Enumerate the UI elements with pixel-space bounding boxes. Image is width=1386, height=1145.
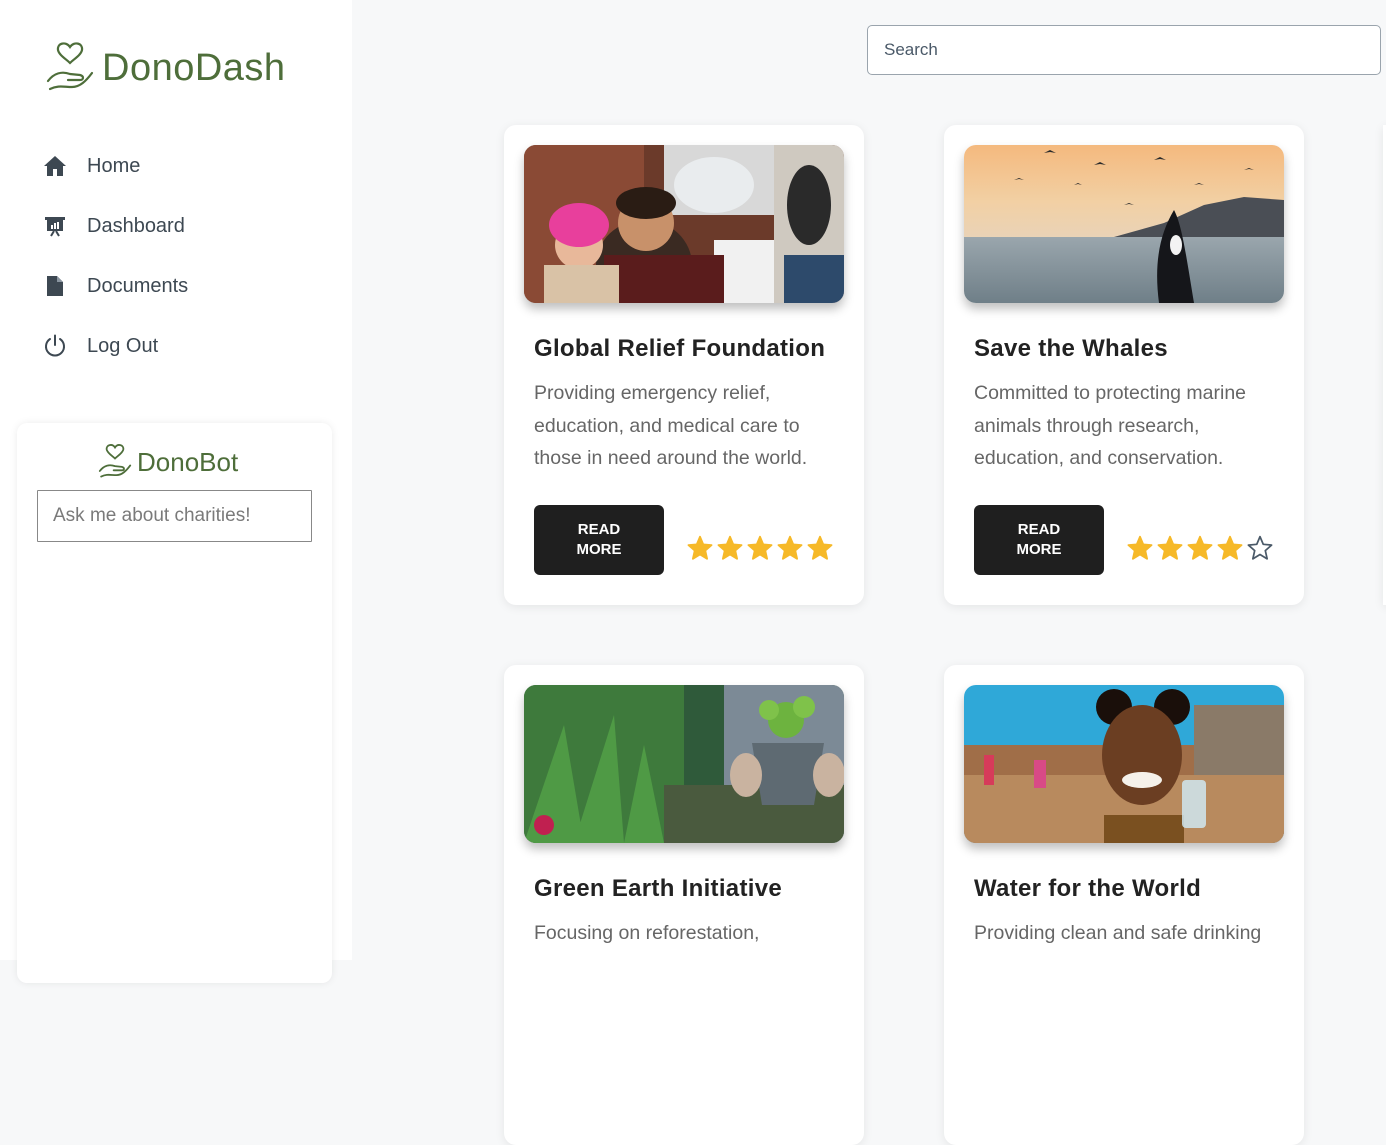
donobot-panel: DonoBot [17,423,332,983]
charity-card: Water for the World Providing clean and … [944,665,1304,1145]
orca-sunset-photo [964,145,1284,303]
sidebar-item-home[interactable]: Home [42,136,188,196]
card-title: Green Earth Initiative [534,875,783,902]
brand-logo[interactable]: DonoDash [44,38,286,98]
donobot-name: DonoBot [137,446,239,477]
star-filled-icon [775,534,805,562]
card-description: Providing emergency relief, education, a… [534,382,808,469]
star-filled-icon [715,534,745,562]
sidebar-nav: Home Dashboard Documents Log Out [42,136,188,376]
card-description: Committed to protecting marine animals t… [974,382,1247,469]
donobot-chat-input[interactable] [37,490,312,542]
sidebar-item-label: Dashboard [87,214,185,237]
star-filled-icon [1185,534,1215,562]
star-filled-icon [685,534,715,562]
girl-drinking-water-photo [964,685,1284,843]
presentation-chart-icon [42,213,68,239]
sidebar-item-label: Log Out [87,334,159,357]
charity-card: Save the Whales Committed to protecting … [944,125,1304,605]
brand-name: DonoDash [102,46,286,89]
sidebar-item-documents[interactable]: Documents [42,256,188,316]
sidebar-item-logout[interactable]: Log Out [42,316,188,376]
donobot-logo: DonoBot [97,443,238,481]
star-filled-icon [805,534,835,562]
card-title: Global Relief Foundation [534,335,826,362]
sidebar-item-label: Documents [87,274,189,297]
card-description: Focusing on reforestation, [534,922,760,944]
document-icon [42,273,68,299]
star-rating [1125,534,1275,562]
star-filled-icon [745,534,775,562]
star-filled-icon [1215,534,1245,562]
charity-card: Global Relief Foundation Providing emerg… [504,125,864,605]
sidebar: DonoDash Home Dashboard Documents Log Ou… [0,0,352,983]
search-input[interactable] [867,25,1381,75]
charity-card: Green Earth Initiative Focusing on refor… [504,665,864,1145]
star-filled-icon [1125,534,1155,562]
read-more-button[interactable]: READ MORE [534,505,664,575]
card-description: Providing clean and safe drinking [974,922,1262,944]
sidebar-item-dashboard[interactable]: Dashboard [42,196,188,256]
heart-hand-icon [46,42,94,91]
star-filled-icon [1155,534,1185,562]
card-title: Water for the World [974,875,1202,902]
star-empty-icon [1245,534,1275,562]
heart-hand-icon [98,444,132,478]
children-relief-photo [524,145,844,303]
power-icon [42,333,68,359]
star-rating [685,534,835,562]
read-more-button[interactable]: READ MORE [974,505,1104,575]
sidebar-item-label: Home [87,154,141,177]
card-title: Save the Whales [974,335,1168,362]
plant-in-hands-photo [524,685,844,843]
home-icon [42,153,68,179]
